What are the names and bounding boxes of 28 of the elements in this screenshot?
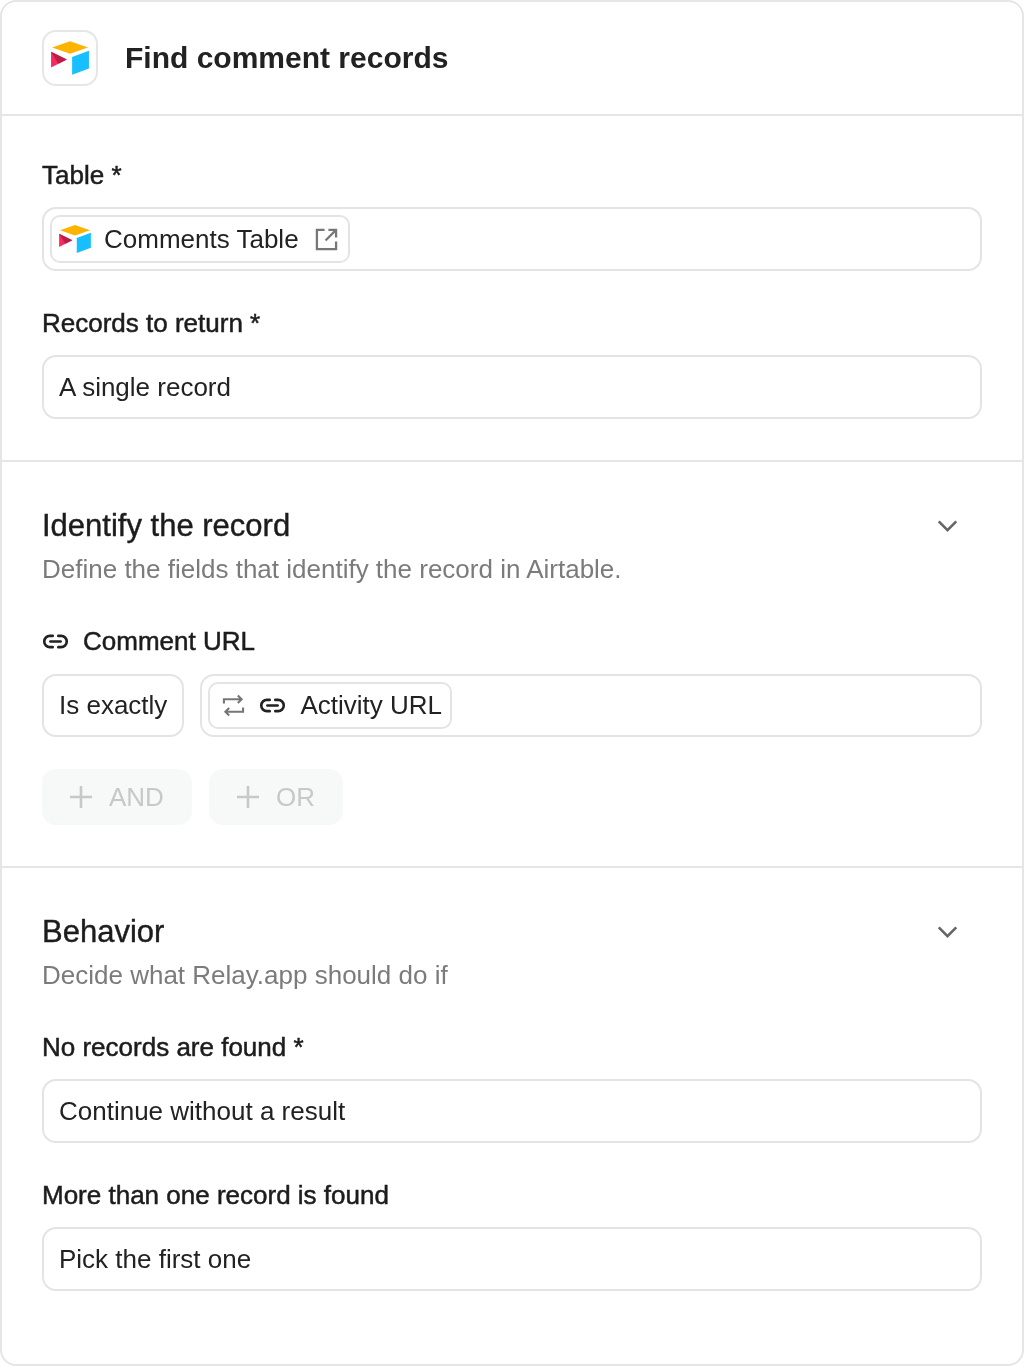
- table-chip[interactable]: Comments Table: [50, 215, 350, 263]
- field-label: More than one record is found: [42, 1179, 390, 1212]
- operator-select[interactable]: Is exactly: [42, 674, 185, 737]
- chevron-down-icon[interactable]: [937, 926, 958, 938]
- link-icon: [259, 698, 287, 713]
- chevron-down-icon[interactable]: [937, 520, 958, 532]
- table-field[interactable]: Comments Table: [42, 207, 982, 271]
- select-field[interactable]: Pick the first one: [42, 1227, 982, 1291]
- section-title: Behavior: [42, 913, 165, 951]
- section-title: Identify the record: [42, 507, 291, 545]
- field-label: Comment URL: [83, 625, 255, 658]
- link-icon: [42, 633, 69, 649]
- select-field[interactable]: Continue without a result: [42, 1079, 982, 1143]
- value-field[interactable]: Activity URL: [200, 674, 982, 737]
- external-link-icon: [314, 227, 338, 251]
- swap-arrows-icon: [222, 694, 246, 717]
- cube-logo-icon: [42, 30, 98, 86]
- section-description: Decide what Relay.app should do if: [42, 959, 449, 992]
- plus-icon: [235, 785, 260, 809]
- panel-title: Find comment records: [125, 40, 449, 76]
- field-label: No records are found *: [42, 1031, 305, 1064]
- section-description: Define the fields that identify the record in Airtable.: [42, 553, 623, 586]
- variable-chip[interactable]: Activity URL: [208, 682, 452, 729]
- plus-icon: [69, 785, 93, 809]
- cube-logo-icon: [58, 224, 92, 254]
- field-label: Records to return *: [42, 307, 262, 340]
- field-label: Table *: [42, 159, 123, 192]
- select-field[interactable]: A single record: [42, 355, 982, 419]
